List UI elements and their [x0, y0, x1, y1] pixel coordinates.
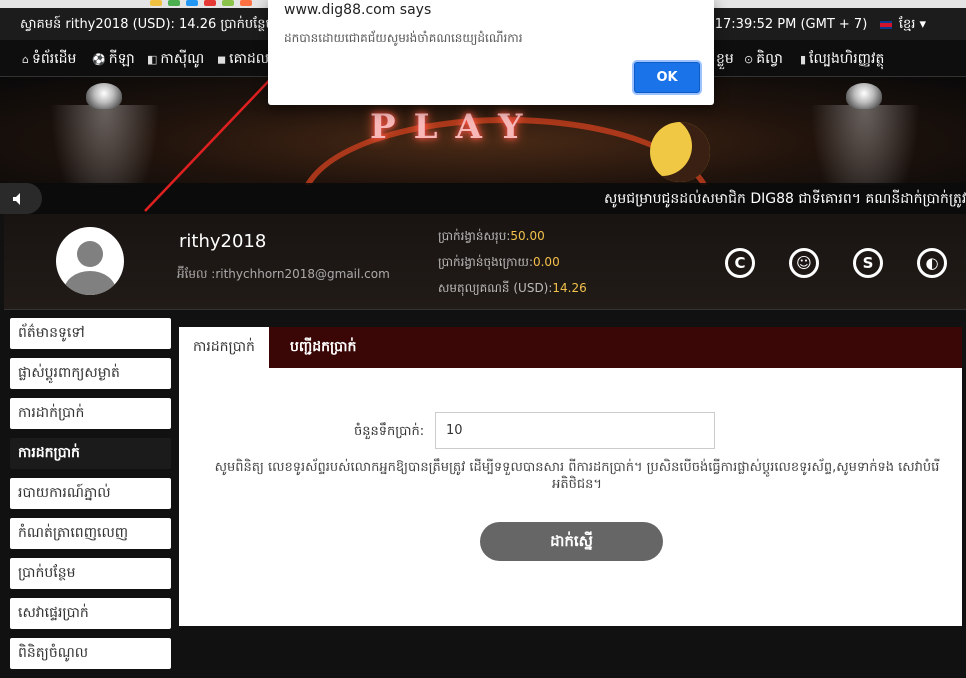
- tab-favicon-icon[interactable]: [150, 0, 162, 6]
- tab-favicon-icon[interactable]: [168, 0, 180, 6]
- nav-label: ទំព័រដើម: [31, 51, 77, 67]
- nav-sports[interactable]: ⚽ កីឡា: [92, 49, 135, 70]
- tab-favicon-icon[interactable]: [222, 0, 234, 6]
- withdraw-panel: ការដកប្រាក់ បញ្ជីដកប្រាក់ ចំនួនទឹកប្រាក់…: [179, 327, 962, 626]
- announcement-marquee: សូមជម្រាបជូនដល់សមាជិក DIG88 ជាទីគោរព។ គណ…: [0, 183, 966, 214]
- nav-home[interactable]: ⌂ ទំព័រដើម: [22, 49, 76, 70]
- welcome-balance-text: ស្វាគមន៍ rithy2018 (USD): 14.26 ប្រាក់បន…: [20, 17, 295, 32]
- spotlight-beam: [810, 105, 920, 185]
- clock-language: 2018 17:39:52 PM (GMT + 7) ខ្មែរ ▾: [678, 16, 926, 35]
- account-sidebar: ព័ត៌មានទូទៅ ផ្លាស់ប្តូរពាក្យសម្ងាត់ ការដ…: [10, 318, 171, 678]
- sidebar-item-full-records[interactable]: កំណត់ត្រាពេញលេញ: [10, 518, 171, 549]
- soccer-ball-icon: ⚽: [92, 53, 106, 66]
- stat-account-balance: សមតុល្យគណនី (USD):14.26: [438, 280, 587, 298]
- stat-label: ប្រាក់រង្វាន់ចុងក្រោយ:: [438, 255, 533, 269]
- tab-favicon-icon[interactable]: [240, 0, 252, 6]
- tab-withdraw[interactable]: ការដកប្រាក់: [179, 327, 269, 368]
- dialog-message: ដកបានដោយជោគជ័យសូមរង់ចាំគណនេយ្យដំណើរការ: [284, 31, 523, 45]
- nav-label: កីឡា: [108, 51, 135, 67]
- sidebar-item-deposit[interactable]: ការដាក់ប្រាក់: [10, 398, 171, 429]
- nav-label: ល្បែងហិរញ្ញវត្ថុ: [809, 51, 885, 67]
- nav-label: គិល្វា: [756, 51, 783, 67]
- dollar-icon[interactable]: S: [853, 248, 883, 278]
- nav-casino[interactable]: ◧ កាស៊ីណូ: [147, 49, 204, 70]
- stat-value: 0.00: [532, 255, 560, 269]
- profile-email: អ៊ីមែល :rithychhorn2018@gmail.com: [177, 267, 390, 281]
- spotlight-icon: [86, 83, 122, 109]
- gamepad-icon: ◼: [217, 53, 227, 66]
- amount-input[interactable]: [435, 412, 715, 449]
- sidebar-item-general-info[interactable]: ព័ត៌មានទូទៅ: [10, 318, 171, 349]
- withdraw-tabs: ការដកប្រាក់ បញ្ជីដកប្រាក់: [179, 327, 962, 368]
- sidebar-item-change-password[interactable]: ផ្លាស់ប្តូរពាក្យសម្ងាត់: [10, 358, 171, 389]
- play-casino-logo: PLAY: [370, 107, 541, 147]
- avatar-body: [64, 271, 116, 295]
- tab-favicon-icon[interactable]: [204, 0, 216, 6]
- stat-label: ប្រាក់រង្វាន់សរុប:: [438, 229, 511, 243]
- tab-withdraw-history[interactable]: បញ្ជីដកប្រាក់: [276, 327, 370, 368]
- copyright-icon[interactable]: C: [725, 248, 755, 278]
- amount-label: ចំនួនទឹកប្រាក់:: [354, 424, 425, 439]
- nav-label: ខ្លួម: [716, 51, 734, 67]
- nav-lottery[interactable]: ខ្លួម: [716, 49, 734, 70]
- user-profile-icon[interactable]: ☺: [789, 248, 819, 278]
- speaker-icon: [13, 193, 20, 205]
- theme-toggle-icon[interactable]: ◐: [917, 248, 947, 278]
- alert-dialog: www.dig88.com says ដកបានដោយជោគជ័យសូមរង់ច…: [268, 0, 714, 105]
- profile-summary: rithy2018 អ៊ីមែល :rithychhorn2018@gmail.…: [4, 214, 966, 310]
- tab-favicon-icon[interactable]: [186, 0, 198, 6]
- clock-icon: ⊙: [744, 53, 754, 66]
- profile-username: rithy2018: [179, 231, 267, 252]
- nav-label: គោដល: [229, 51, 270, 67]
- sidebar-item-transfer[interactable]: សេវាផ្ទេរប្រាក់: [10, 598, 171, 629]
- announcement-text: សូមជម្រាបជូនដល់សមាជិក DIG88 ជាទីគោរព។ គណ…: [604, 191, 966, 207]
- stat-label: សមតុល្យគណនី (USD):: [438, 281, 553, 295]
- language-selector[interactable]: ខ្មែរ ▾: [899, 17, 926, 32]
- sound-toggle-button[interactable]: [0, 183, 42, 214]
- nav-keno[interactable]: ⊙ គិល្វា: [744, 49, 783, 70]
- submit-button[interactable]: ដាក់ស្នើ: [480, 522, 663, 561]
- stat-total-bonus: ប្រាក់រង្វាន់សរុប:50.00: [438, 228, 545, 246]
- spotlight-icon: [846, 83, 882, 109]
- cambodia-flag-icon: [879, 20, 892, 29]
- nav-financial-games[interactable]: ▮ ល្បែងហិរញ្ញវត្ថុ: [800, 49, 884, 70]
- bar-chart-icon: ▮: [800, 53, 807, 66]
- nav-cockfight[interactable]: ◼ គោដល: [217, 49, 269, 70]
- dialog-ok-button[interactable]: OK: [634, 62, 700, 93]
- stat-last-bonus: ប្រាក់រង្វាន់ចុងក្រោយ:0.00: [438, 254, 560, 272]
- stat-value: 50.00: [510, 229, 545, 243]
- nav-label: កាស៊ីណូ: [160, 51, 205, 67]
- dialog-title: www.dig88.com says: [284, 2, 432, 18]
- avatar-head: [77, 241, 103, 267]
- sidebar-item-bonus[interactable]: ប្រាក់បន្ថែម: [10, 558, 171, 589]
- neon-moon-icon: [650, 122, 710, 182]
- stat-value: 14.26: [552, 281, 587, 295]
- home-icon: ⌂: [22, 53, 29, 66]
- sidebar-item-bet-report[interactable]: របាយការណ៍ភ្នាល់: [10, 478, 171, 509]
- sidebar-item-withdraw[interactable]: ការដកប្រាក់: [10, 438, 171, 469]
- sidebar-item-income-check[interactable]: ពិនិត្យចំណូល: [10, 638, 171, 669]
- avatar: [56, 227, 124, 295]
- spotlight-beam: [50, 105, 160, 185]
- phone-notice-text: សូមពិនិត្យ លេខទូរស័ព្ទរបស់លោកអ្នកឱ្យបានត…: [214, 460, 940, 492]
- cards-icon: ◧: [147, 53, 158, 66]
